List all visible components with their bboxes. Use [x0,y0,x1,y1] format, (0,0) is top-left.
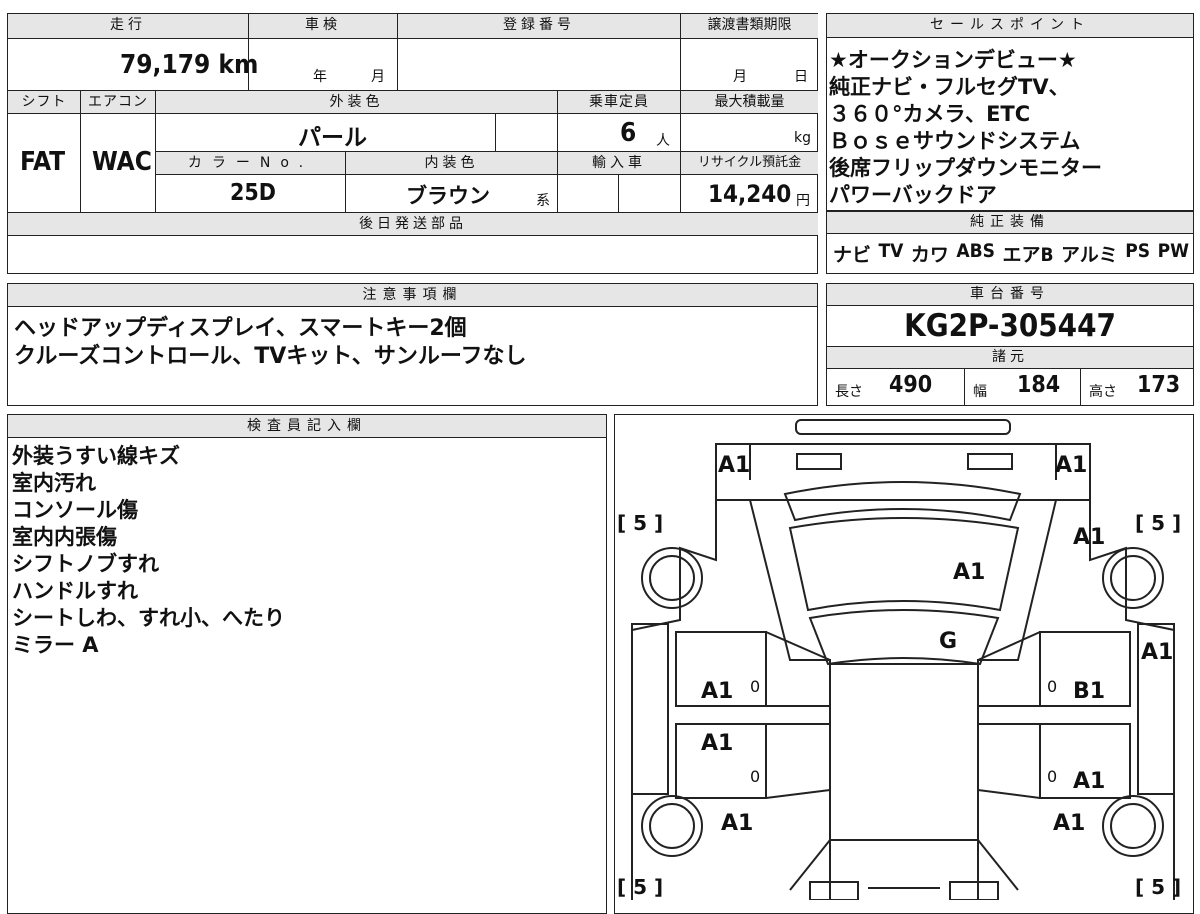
tire-front-left: [ 5 ] [617,511,664,535]
mileage-header: 走行 [8,14,248,38]
mark-front-fender-right: A1 [1073,525,1106,550]
inspector-line: 室内汚れ [12,471,96,495]
shaken-header: 車検 [249,14,397,38]
inspector-line: シートしわ、すれ小、へたり [12,606,285,630]
mark-right-side: A1 [1141,640,1174,665]
chassis-number: KG2P-305447 [904,308,1116,344]
later-parts-header: 後日発送部品 [8,213,818,235]
mileage-value: 79,179 km [120,50,259,80]
tire-rear-left: [ 5 ] [617,875,664,899]
recycle-fee-unit: 円 [796,193,810,209]
inspector-box: 検査員記入欄 外装うすい線キズ 室内汚れ コンソール傷 室内内張傷 シフトノブす… [7,414,607,914]
inspector-line: ハンドルすれ [12,579,138,603]
mark-rear-door-left: A1 [701,731,734,756]
transfer-day-unit: 日 [794,69,808,85]
sales-point-line: Ｂｏｓｅサウンドシステム [829,129,1081,153]
capacity-value: 6 [620,118,637,148]
oem-item: ナビ [833,244,872,266]
height-label: 高さ [1089,384,1117,400]
recycle-fee-header: リサイクル預託金 [681,152,818,174]
notes-line: クルーズコントロール、TVキット、サンルーフなし [14,344,527,369]
mark-front-door-right: B1 [1073,679,1106,704]
oem-item: PW [1157,240,1189,262]
inspector-line: コンソール傷 [12,498,138,522]
interior-color-header: 内装色 [346,152,557,174]
oem-item: カワ [910,244,949,266]
oem-equipment-header: 純正装備 [827,212,1193,234]
notes-line: ヘッドアップディスプレイ、スマートキー2個 [14,316,467,341]
vehicle-info-block: 走行 車検 登録番号 譲渡書類期限 79,179 km 年 月 月 日 シフト … [7,13,818,274]
tire-front-right: [ 5 ] [1135,511,1182,535]
mark-windshield: G [939,629,958,654]
width-label: 幅 [973,384,987,400]
mark-rear-fender-left: A1 [721,811,754,836]
specs-header: 諸元 [827,347,1193,368]
oem-item: TV [878,240,904,262]
exterior-color-header: 外装色 [156,91,557,113]
length-value: 490 [889,372,933,398]
aircon-header: エアコン [81,91,155,113]
interior-color-suffix: 系 [536,193,550,209]
transfer-month-unit: 月 [733,69,747,85]
chassis-header: 車台番号 [827,284,1193,306]
shaken-year-unit: 年 [313,69,327,85]
notes-header: 注意事項欄 [8,284,817,307]
sales-point-line: ３６０°カメラ、ETC [829,102,1031,126]
length-label: 長さ [835,384,863,400]
shift-header: シフト [8,91,80,113]
interior-color-value: ブラウン [406,184,490,208]
inspector-line: 外装うすい線キズ [12,444,180,468]
shift-value: FAT [20,147,66,177]
capacity-header: 乗車定員 [558,91,680,113]
inspector-header: 検査員記入欄 [8,415,606,438]
oem-item: PS [1125,240,1151,262]
sales-points-header: セールスポイント [827,14,1193,38]
shaken-month-unit: 月 [371,69,385,85]
oem-item: ABS [956,240,995,262]
max-load-header: 最大積載量 [681,91,818,113]
mark-front-right: A1 [1055,453,1088,478]
sales-point-line: 後席フリップダウンモニター [829,156,1102,180]
oem-item: アルミ [1060,244,1118,266]
mark-hood: A1 [953,560,986,585]
chassis-box: 車台番号 KG2P-305447 諸元 長さ 490 幅 184 高さ 173 [826,283,1194,406]
inspector-line: ミラー A [12,633,99,657]
transfer-deadline-header: 譲渡書類期限 [681,14,818,38]
mark-front-left: A1 [718,453,751,478]
oem-item: エアB [1002,244,1054,266]
mark-front-door-left: A1 [701,679,734,704]
import-header: 輸入車 [558,152,680,174]
tire-rear-right: [ 5 ] [1135,875,1182,899]
zero-mark: 0 [1047,677,1058,696]
mark-rear-fender-right: A1 [1053,811,1086,836]
width-value: 184 [1017,372,1061,398]
height-value: 173 [1137,372,1181,398]
color-no-value: 25D [230,180,276,206]
capacity-unit: 人 [656,133,670,149]
recycle-fee-value: 14,240 [708,180,792,208]
aircon-value: WAC [92,147,152,177]
zero-mark: 0 [750,767,761,786]
registration-header: 登録番号 [398,14,680,38]
notes-box: 注意事項欄 ヘッドアップディスプレイ、スマートキー2個 クルーズコントロール、T… [7,283,818,406]
sales-point-line: パワーバックドア [829,183,997,207]
sales-point-line: ★オークションデビュー★ [829,48,1077,72]
inspector-line: 室内内張傷 [12,525,117,549]
car-diagram-box: A1 A1 A1 A1 G A1 A1 B1 A1 A1 A1 A1 [ 5 ]… [614,414,1194,914]
mark-rear-door-right: A1 [1073,769,1106,794]
oem-equipment-box: 純正装備 ナビ TV カワ ABS エアB アルミ PS PW [826,211,1194,274]
max-load-unit: kg [794,130,811,146]
color-no-header: カラーNo. [156,152,345,174]
sales-points-box: セールスポイント ★オークションデビュー★ 純正ナビ・フルセグTV、 ３６０°カ… [826,13,1194,211]
zero-mark: 0 [750,677,761,696]
sales-point-line: 純正ナビ・フルセグTV、 [829,75,1070,99]
inspector-line: シフトノブすれ [12,552,159,576]
zero-mark: 0 [1047,767,1058,786]
exterior-color-value: パール [298,125,367,151]
